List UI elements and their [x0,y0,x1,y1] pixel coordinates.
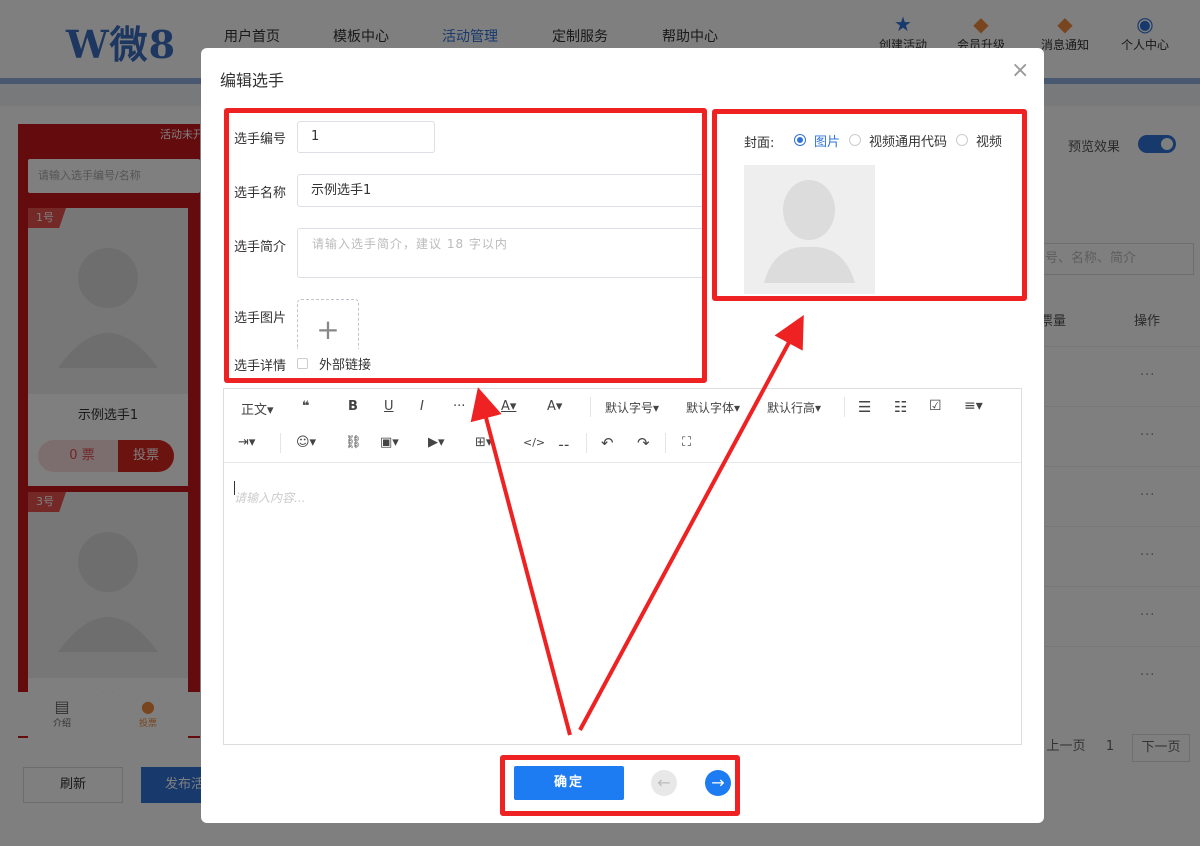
bold-icon[interactable]: B [348,399,358,414]
toolbar-divider [590,397,591,417]
emoji-dropdown[interactable]: ☺▾ [296,435,316,450]
paragraph-style-dropdown[interactable]: 正文▾ [241,399,274,418]
video-dropdown[interactable]: ▶▾ [428,435,445,450]
quote-icon[interactable]: ❝ [302,399,310,414]
font-size-dropdown[interactable]: 默认字号▾ [605,399,659,416]
divider-line-icon[interactable]: ⚋ [558,435,570,450]
rich-text-editor: 正文▾ ❝ B U I ··· A▾ A▾ 默认字号▾ 默认字体▾ 默认行高▾ … [223,388,1022,745]
redo-icon[interactable]: ↷ [637,434,650,452]
dialog-title: 编辑选手 [220,71,285,90]
close-icon[interactable]: × [1011,60,1029,82]
align-dropdown[interactable]: ≡▾ [964,398,983,414]
font-family-dropdown[interactable]: 默认字体▾ [686,399,740,416]
font-color-icon[interactable]: A▾ [501,399,516,414]
image-dropdown[interactable]: ▣▾ [380,435,399,450]
editor-content-area[interactable]: 请输入内容... [234,489,305,506]
toolbar-divider [665,433,666,453]
indent-dropdown[interactable]: ⇥▾ [238,435,255,450]
editor-toolbar: 正文▾ ❝ B U I ··· A▾ A▾ 默认字号▾ 默认字体▾ 默认行高▾ … [224,389,1021,463]
undo-icon[interactable]: ↶ [601,434,614,452]
toolbar-divider [586,433,587,453]
background-color-icon[interactable]: A▾ [547,399,562,414]
underline-icon[interactable]: U [384,399,394,414]
link-icon[interactable]: ⛓ [345,435,362,450]
line-height-dropdown[interactable]: 默认行高▾ [767,399,821,416]
numbered-list-icon[interactable]: ☷ [894,398,907,416]
toolbar-divider [280,433,281,453]
table-dropdown[interactable]: ⊞▾ [475,435,492,450]
toolbar-divider [844,397,845,417]
annotation-box-form [224,108,707,383]
code-icon[interactable]: </> [523,436,545,449]
todo-icon[interactable]: ☑ [929,398,942,414]
bullet-list-icon[interactable]: ☰ [858,398,871,416]
italic-icon[interactable]: I [420,399,424,414]
more-icon[interactable]: ··· [453,399,465,414]
annotation-box-buttons [500,755,740,816]
fullscreen-icon[interactable]: ⛶ [682,435,691,450]
annotation-box-cover [712,109,1027,301]
